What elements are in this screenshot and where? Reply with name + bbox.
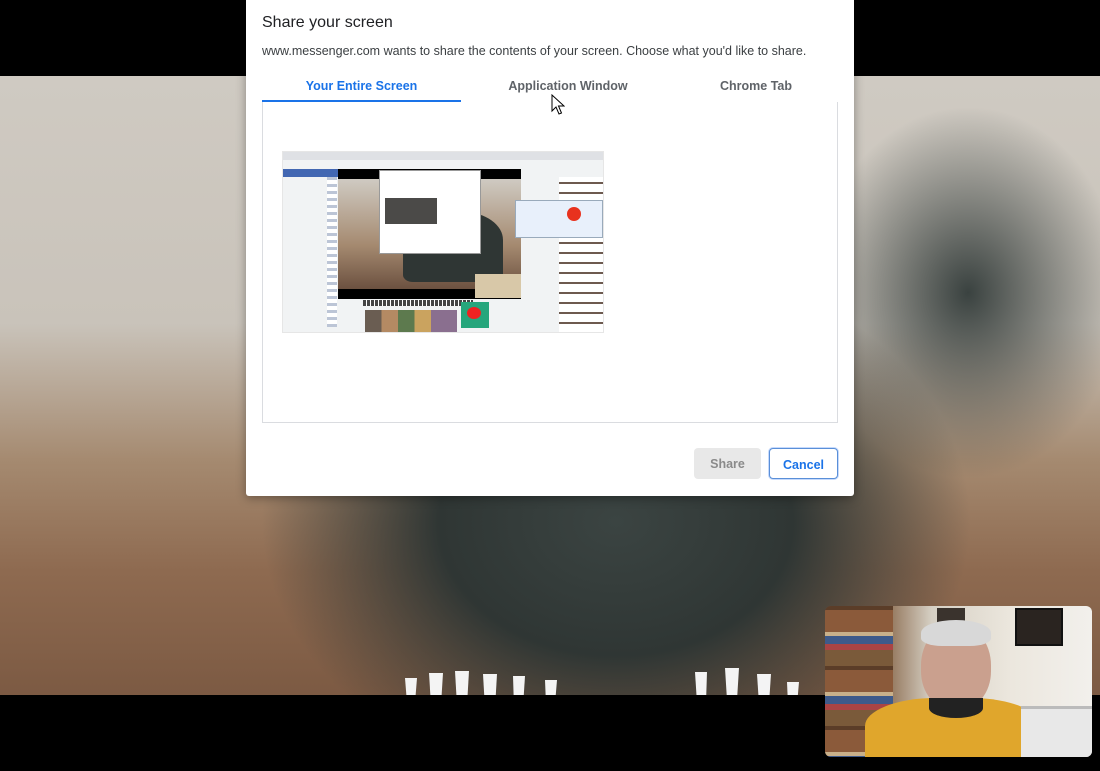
share-screen-dialog: Share your screen www.messenger.com want… bbox=[246, 0, 854, 496]
wall-picture bbox=[1015, 608, 1063, 646]
thumbnail-photo-strip bbox=[365, 310, 457, 332]
share-button[interactable]: Share bbox=[694, 448, 761, 479]
thumbnail-sidebar bbox=[327, 177, 337, 327]
thumbnail-nested-preview bbox=[385, 198, 437, 224]
dinosaur-teeth-graphic bbox=[405, 668, 799, 695]
dialog-description: www.messenger.com wants to share the con… bbox=[262, 44, 807, 58]
thumbnail-browser-toolbar bbox=[283, 152, 603, 160]
thumbnail-heart bbox=[467, 307, 481, 319]
share-source-tabs: Your Entire Screen Application Window Ch… bbox=[262, 76, 838, 103]
tab-entire-screen[interactable]: Your Entire Screen bbox=[262, 76, 461, 102]
thumbnail-popup-panel bbox=[515, 200, 603, 238]
self-view-video[interactable] bbox=[825, 606, 1092, 757]
thumbnail-red-button bbox=[567, 207, 581, 221]
thumbnail-self-view bbox=[475, 274, 521, 298]
cancel-button[interactable]: Cancel bbox=[769, 448, 838, 479]
tab-application-window[interactable]: Application Window bbox=[468, 76, 668, 102]
tab-chrome-tab[interactable]: Chrome Tab bbox=[662, 76, 850, 102]
entire-screen-thumbnail[interactable] bbox=[282, 151, 604, 333]
dialog-title: Share your screen bbox=[262, 14, 393, 31]
printer-object bbox=[1021, 706, 1092, 757]
person-hair bbox=[921, 620, 991, 646]
shirt-collar bbox=[929, 698, 983, 718]
source-picker-panel bbox=[262, 102, 838, 423]
thumbnail-caption-text bbox=[363, 300, 473, 306]
mouse-pointer-icon bbox=[551, 94, 565, 115]
